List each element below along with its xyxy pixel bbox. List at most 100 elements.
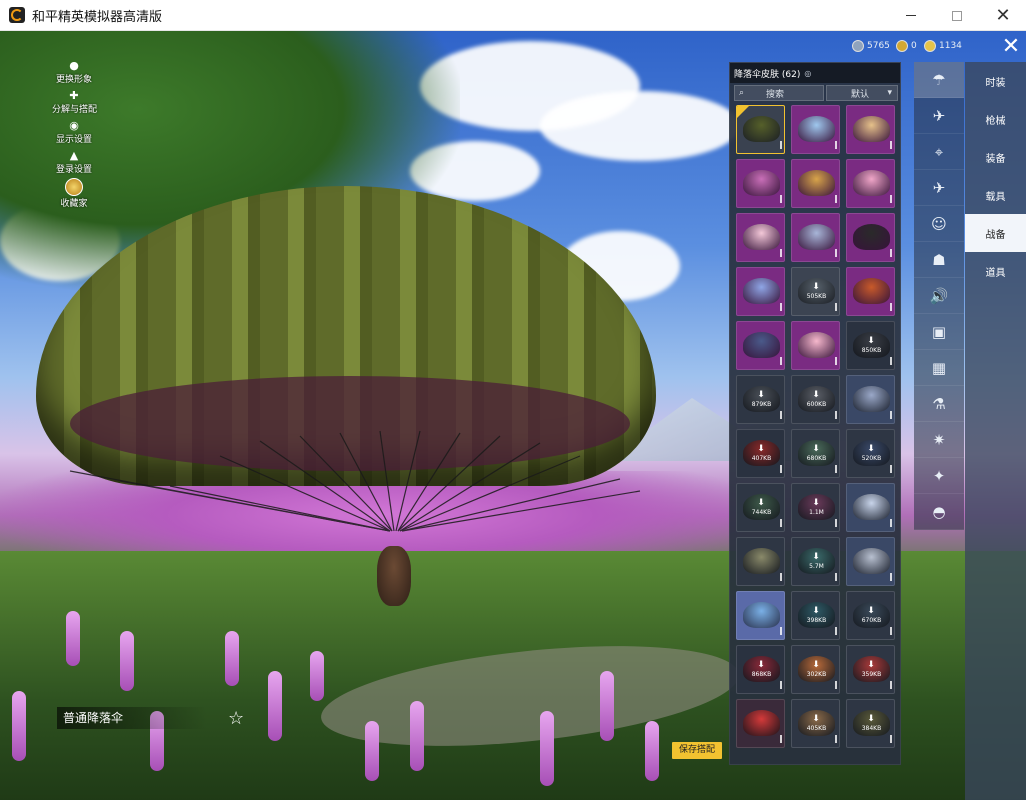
skin-item[interactable]: ⬇ 5.7M [791, 537, 840, 586]
skin-item[interactable] [736, 591, 785, 640]
skin-item[interactable] [736, 321, 785, 370]
skin-item[interactable]: ⬇ 600KB [791, 375, 840, 424]
download-icon: ⬇ [867, 714, 875, 724]
skin-item[interactable]: ⬇ 405KB [791, 699, 840, 748]
skin-item[interactable] [846, 267, 895, 316]
selected-item-name: 普通降落伞 [57, 707, 207, 729]
skin-item[interactable] [736, 159, 785, 208]
skin-item[interactable] [736, 537, 785, 586]
item-marker [780, 465, 782, 473]
subcategory-tab[interactable]: ☺ [914, 206, 964, 242]
download-size: 302KB [806, 671, 827, 678]
sort-dropdown[interactable]: 默认 ▾ [826, 85, 898, 101]
category-tab[interactable]: 枪械 [965, 100, 1026, 138]
speaker-icon: 🔊 [929, 286, 949, 305]
maximize-button[interactable] [934, 0, 980, 31]
item-marker [890, 195, 892, 203]
close-button[interactable]: ✕ [980, 0, 1026, 31]
subcategory-tab[interactable]: ▣ [914, 314, 964, 350]
minimize-button[interactable] [888, 0, 934, 31]
skin-item[interactable] [846, 483, 895, 532]
save-outfit-button[interactable]: 保存搭配 [672, 742, 722, 759]
exit-button[interactable]: ✕ [998, 34, 1024, 60]
menu-decompose[interactable]: ✚ 分解与搭配 [52, 90, 97, 116]
subcategory-tab[interactable]: ◓ [914, 494, 964, 530]
skin-item[interactable]: ⬇ 302KB [791, 645, 840, 694]
subcategory-tab[interactable]: ✈ [914, 98, 964, 134]
silver-coin-icon [852, 40, 864, 52]
menu-login-settings[interactable]: ▲ 登录设置 [52, 150, 96, 176]
item-marker [835, 573, 837, 581]
menu-display-settings[interactable]: ◉ 显示设置 [52, 120, 96, 146]
category-tabs: 时装 枪械 装备 载具 战备 道具 [965, 62, 1026, 800]
download-icon: ⬇ [812, 282, 820, 292]
category-tab[interactable]: 战备 [965, 214, 1026, 252]
skin-item[interactable]: ⬇ 359KB [846, 645, 895, 694]
category-tab[interactable]: 载具 [965, 176, 1026, 214]
skin-item[interactable] [736, 213, 785, 262]
equipped-corner-badge [737, 106, 749, 118]
subcategory-tab[interactable]: ▦ [914, 350, 964, 386]
category-tab[interactable]: 装备 [965, 138, 1026, 176]
subcategory-tab[interactable]: ⚗ [914, 386, 964, 422]
subcategory-tab[interactable]: ☂ [914, 62, 964, 98]
skin-item[interactable] [846, 159, 895, 208]
download-icon: ⬇ [812, 606, 820, 616]
item-marker [780, 519, 782, 527]
skin-item[interactable] [736, 699, 785, 748]
skin-item[interactable]: ⬇ 744KB [736, 483, 785, 532]
skin-item[interactable]: ⬇ 1.1M [791, 483, 840, 532]
download-size: 879KB [751, 401, 772, 408]
item-marker [835, 411, 837, 419]
skin-item[interactable] [791, 321, 840, 370]
skin-item[interactable] [736, 105, 785, 154]
skin-thumbnail [853, 116, 890, 142]
skin-item[interactable] [736, 267, 785, 316]
skin-item[interactable]: ⬇ 384KB [846, 699, 895, 748]
favorite-star-icon[interactable]: ☆ [228, 708, 244, 729]
skin-item[interactable]: ⬇ 505KB [791, 267, 840, 316]
skin-panel: 降落伞皮肤 (62) ◎ ⌕ 搜索 默认 ▾ ⬇ 505KB ⬇ 850KB ⬇ 879K… [729, 62, 901, 765]
skin-item[interactable] [846, 537, 895, 586]
gold-coin-icon [896, 40, 908, 52]
skin-item[interactable]: ⬇ 868KB [736, 645, 785, 694]
subcategory-tab[interactable]: ☗ [914, 242, 964, 278]
search-row: ⌕ 搜索 默认 ▾ [734, 85, 900, 101]
download-icon: ⬇ [757, 660, 765, 670]
menu-change-appearance[interactable]: ● 更换形象 [52, 60, 96, 86]
skin-item[interactable] [791, 213, 840, 262]
skin-item[interactable] [846, 375, 895, 424]
subcategory-tab[interactable]: ⌖ [914, 134, 964, 170]
category-tab[interactable]: 时装 [965, 62, 1026, 100]
currency-token: 1134 [924, 38, 962, 54]
wand-icon: ✦ [932, 466, 946, 485]
menu-collector[interactable]: 收藏家 [52, 178, 96, 210]
search-input[interactable]: ⌕ 搜索 [734, 85, 824, 101]
subcategory-tab[interactable]: ✷ [914, 422, 964, 458]
skin-item[interactable] [846, 105, 895, 154]
minimize-icon [906, 15, 916, 16]
item-marker [780, 573, 782, 581]
skin-item[interactable]: ⬇ 398KB [791, 591, 840, 640]
subcategory-tab[interactable]: ✈ [914, 170, 964, 206]
home-icon: ▲ [69, 149, 79, 162]
skin-thumbnail [743, 710, 780, 736]
skin-item[interactable] [846, 213, 895, 262]
subcategory-tab[interactable]: 🔊 [914, 278, 964, 314]
skin-item[interactable] [791, 105, 840, 154]
item-marker [780, 681, 782, 689]
download-icon: ⬇ [812, 714, 820, 724]
download-icon: ⬇ [757, 444, 765, 454]
category-tab[interactable]: 道具 [965, 252, 1026, 290]
skin-item[interactable]: ⬇ 680KB [791, 429, 840, 478]
player-character [377, 546, 411, 606]
skin-item[interactable] [791, 159, 840, 208]
skin-item[interactable]: ⬇ 520KB [846, 429, 895, 478]
skin-item[interactable]: ⬇ 407KB [736, 429, 785, 478]
subcategory-tab[interactable]: ✦ [914, 458, 964, 494]
eye-icon[interactable]: ◎ [804, 69, 811, 78]
item-marker [835, 465, 837, 473]
skin-item[interactable]: ⬇ 670KB [846, 591, 895, 640]
skin-item[interactable]: ⬇ 879KB [736, 375, 785, 424]
skin-item[interactable]: ⬇ 850KB [846, 321, 895, 370]
